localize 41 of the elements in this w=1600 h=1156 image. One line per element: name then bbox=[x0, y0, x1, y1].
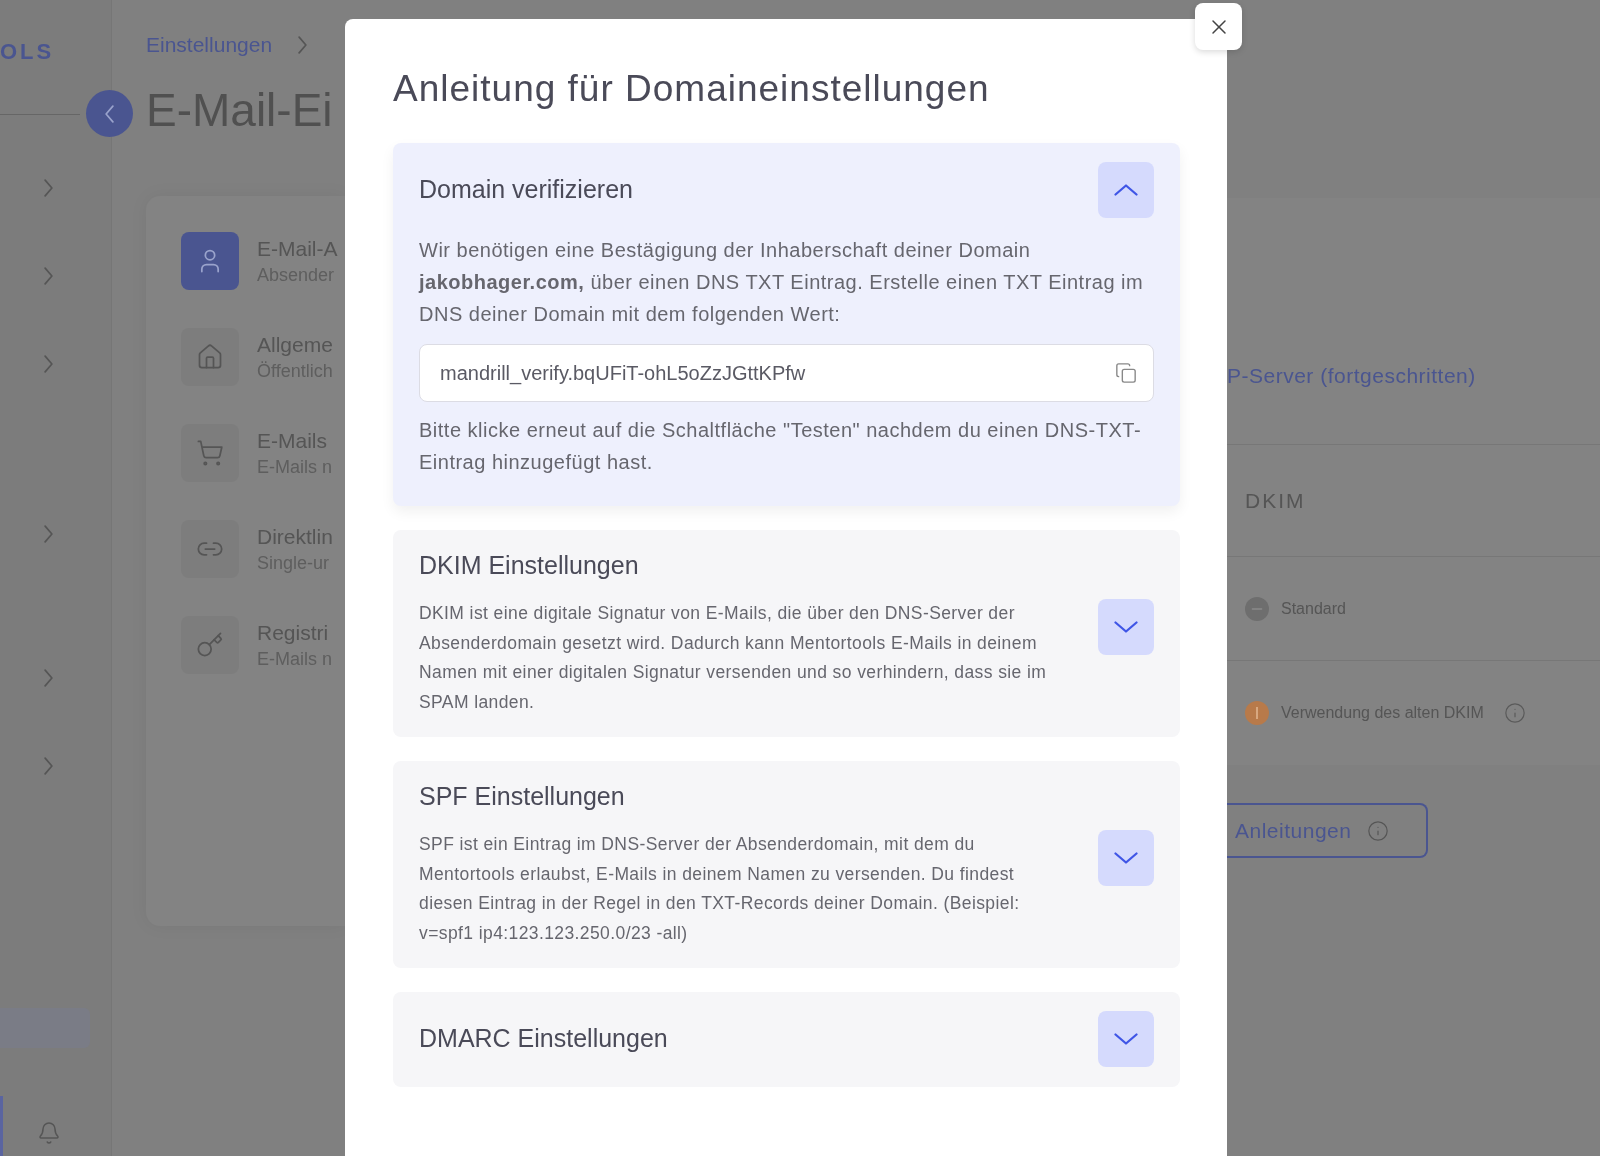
section-title[interactable]: DMARC Einstellungen bbox=[419, 1020, 668, 1058]
section-note: Bitte klicke erneut auf die Schaltfläche "Testen" nachdem du einen DNS-TXT-Eintrag hinzugefügt hast. bbox=[419, 418, 1143, 475]
section-toggle-button[interactable] bbox=[1098, 830, 1154, 886]
chevron-right-icon[interactable] bbox=[44, 757, 53, 775]
active-indicator bbox=[0, 1096, 3, 1156]
bell-icon[interactable] bbox=[37, 1120, 61, 1146]
menu-item-icon-tile[interactable] bbox=[181, 328, 239, 386]
chevron-right-icon[interactable] bbox=[44, 355, 53, 373]
cart-icon bbox=[196, 439, 224, 467]
section-title[interactable]: DKIM Einstellungen bbox=[419, 549, 639, 581]
section-toggle-button[interactable] bbox=[1098, 599, 1154, 655]
copy-icon[interactable] bbox=[1115, 362, 1137, 384]
section-text: DKIM ist eine digitale Signatur von E-Mails, die über den DNS-Server der Absenderdomain gesetzt wird. Dadurch kann Mentortools E-Mails in deinem Namen mit einer digitalen Signatur versenden und so verhindern, dass sie im SPAM landen. bbox=[419, 602, 1048, 714]
menu-item-icon-tile[interactable] bbox=[181, 520, 239, 578]
chevron-right-icon[interactable] bbox=[44, 669, 53, 687]
menu-item-icon-tile[interactable] bbox=[181, 424, 239, 482]
home-icon bbox=[196, 343, 224, 371]
section-text: Wir benötigen eine Bestägigung der Inhaberschaft deiner Domain jakobhager.com, über einen DNS TXT Eintrag. Erstelle einen TXT Eintrag im DNS deiner Domain mit dem folgenden Wert: bbox=[419, 238, 1145, 327]
section-title[interactable]: SPF Einstellungen bbox=[419, 780, 625, 812]
chevron-up-icon bbox=[1114, 184, 1138, 196]
section-toggle-button[interactable] bbox=[1098, 162, 1154, 218]
info-icon[interactable] bbox=[1503, 702, 1526, 724]
chevron-right-icon[interactable] bbox=[44, 267, 53, 285]
txt-value-field[interactable]: mandrill_verify.bqUFiT-ohL5oZzJGttKPfw bbox=[419, 344, 1154, 402]
section-text: SPF ist ein Eintrag im DNS-Server der Absenderdomain, mit dem du Mentortools erlaubst, E-Mails in deinem Namen zu versenden. Du findest diesen Eintrag in der Regel in den TXT-Records deiner Domain. (Beispiel: v=spf1 ip4:123.123.250.0/23 -all) bbox=[419, 833, 1021, 945]
key-icon bbox=[196, 631, 224, 659]
info-icon bbox=[1367, 819, 1390, 842]
chevron-right-icon[interactable] bbox=[44, 179, 53, 197]
menu-item-icon-tile[interactable] bbox=[181, 616, 239, 674]
menu-item-icon-tile[interactable] bbox=[181, 232, 239, 290]
chevron-down-icon bbox=[1114, 852, 1138, 864]
chevron-down-icon bbox=[1114, 1033, 1138, 1045]
chevron-left-icon bbox=[105, 104, 114, 123]
section-title[interactable]: Domain verifizieren bbox=[419, 171, 633, 209]
chevron-right-icon[interactable] bbox=[44, 525, 53, 543]
chevron-down-icon bbox=[1114, 621, 1138, 633]
smtp-server-tab[interactable]: P-Server (fortgeschritten) bbox=[1227, 360, 1476, 392]
section-toggle-button[interactable] bbox=[1098, 1011, 1154, 1067]
breadcrumb-separator-icon bbox=[298, 36, 308, 54]
close-button[interactable] bbox=[1195, 3, 1242, 50]
dialog-title: Anleitung für Domaineinstellungen bbox=[393, 67, 990, 111]
